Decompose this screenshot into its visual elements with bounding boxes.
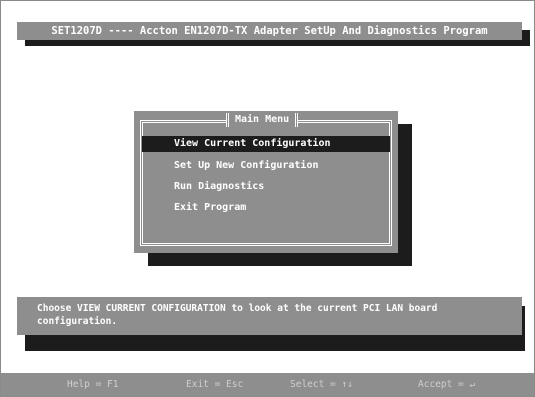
- exit-key[interactable]: Exit = Esc: [186, 379, 243, 390]
- menu-item-exit-program[interactable]: Exit Program: [142, 200, 390, 216]
- menu-item-set-up-new-configuration[interactable]: Set Up New Configuration: [142, 158, 390, 174]
- program-title-bar: SET1207D ---- Accton EN1207D-TX Adapter …: [17, 22, 522, 40]
- menu-title: Main Menu: [226, 113, 299, 127]
- select-key[interactable]: Select = ↑↓: [290, 379, 353, 390]
- description-bar: Choose VIEW CURRENT CONFIGURATION to loo…: [17, 297, 522, 335]
- menu-item-run-diagnostics[interactable]: Run Diagnostics: [142, 179, 390, 195]
- description-text: Choose VIEW CURRENT CONFIGURATION to loo…: [37, 303, 438, 327]
- menu-item-view-current-configuration[interactable]: View Current Configuration: [142, 136, 390, 152]
- accept-key[interactable]: Accept = ↵: [418, 379, 475, 390]
- help-key[interactable]: Help = F1: [67, 379, 118, 390]
- program-title: SET1207D ---- Accton EN1207D-TX Adapter …: [51, 25, 488, 37]
- key-help-bar: Help = F1 Exit = Esc Select = ↑↓ Accept …: [1, 373, 534, 396]
- main-menu-dialog: Main Menu View Current Configuration Set…: [134, 111, 398, 253]
